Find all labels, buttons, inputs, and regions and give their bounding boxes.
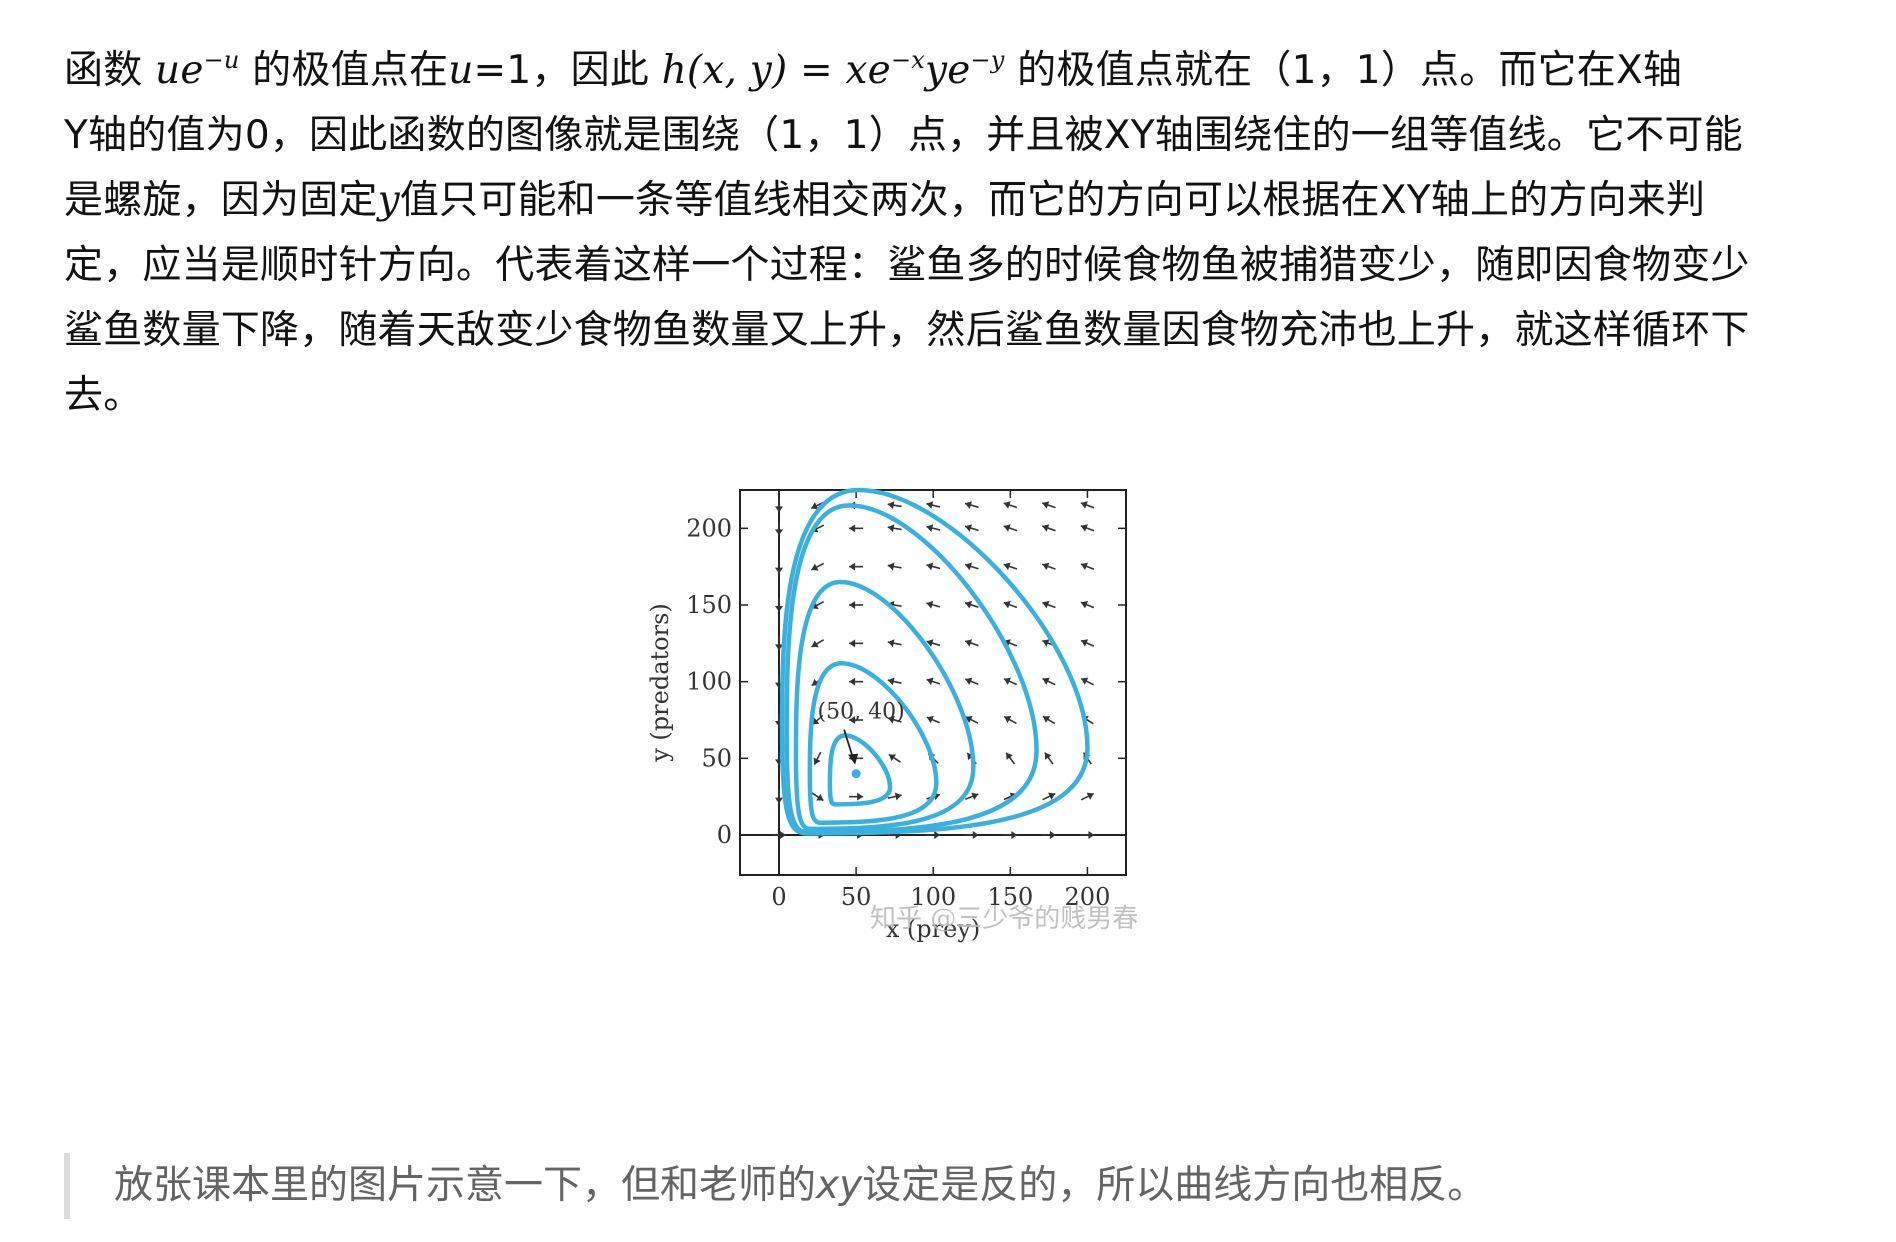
- paragraph-line: 定，应当是顺时针方向。代表着这样一个过程：鲨鱼多的时候食物鱼被捕猎变少，随即因食…: [64, 233, 1844, 298]
- vector-arrow-head: [849, 524, 856, 533]
- math-variable: y: [377, 178, 400, 223]
- paragraph-line: Y轴的值为0，因此函数的图像就是围绕（1，1）点，并且被XY轴围绕住的一组等值线…: [64, 103, 1844, 168]
- vector-arrow-head: [775, 529, 783, 536]
- quote-text-1: 放张课本里的图片示意一下，但和老师的: [114, 1163, 817, 1208]
- y-tick-label: 0: [717, 821, 732, 849]
- vector-arrow-head: [775, 797, 783, 804]
- text-run: 去。: [64, 373, 143, 418]
- y-axis-label: y (predators): [646, 603, 674, 763]
- text-run: 值只可能和一条等值线相交两次，而它的方向可以根据在XY轴上的方向来判: [399, 178, 1706, 223]
- text-run: 是螺旋，因为固定: [64, 178, 378, 223]
- vector-arrow-head: [849, 639, 856, 648]
- vector-arrow-head: [1088, 831, 1095, 839]
- vector-arrow-head: [887, 562, 895, 571]
- vector-arrow-head: [1011, 831, 1018, 839]
- text-run: 定，应当是顺时针方向。代表着这样一个过程：鲨鱼多的时候食物鱼被捕猎变少，随即因食…: [64, 243, 1750, 288]
- vector-arrow-head: [1006, 752, 1013, 760]
- math-base: ye: [924, 48, 971, 93]
- vector-arrow-head: [926, 562, 934, 571]
- paragraph-line: 去。: [64, 363, 1844, 428]
- vector-arrow-head: [926, 501, 934, 509]
- text-run: =1，因此: [473, 48, 662, 93]
- vector-arrow-head: [887, 524, 895, 533]
- math-superscript: −u: [203, 46, 240, 74]
- math-variable: u: [448, 48, 474, 93]
- text-run: 函数: [64, 48, 155, 93]
- paragraph-line: 是螺旋，因为固定y值只可能和一条等值线相交两次，而它的方向可以根据在XY轴上的方…: [64, 168, 1844, 233]
- x-tick-label: 50: [841, 883, 872, 911]
- phase-portrait-figure: 0 50 100 150 200 0 50 100 150 200 (50, 40) x (prey)…: [600, 480, 1240, 1104]
- y-tick-label: 150: [686, 591, 732, 619]
- explanation-paragraph: 函数 ue−u 的极值点在u=1，因此 h(x, y) = xe−xye−y 的…: [64, 28, 1844, 428]
- math-base: h(x, y) = xe: [661, 48, 891, 93]
- math-base: ue: [155, 48, 204, 93]
- vector-arrow-head: [926, 524, 934, 532]
- vector-arrow-head: [849, 562, 856, 571]
- vector-arrow-head: [894, 792, 902, 801]
- equilibrium-pointer-head: [848, 753, 859, 765]
- math-expression: h(x, y) = xe−x: [661, 46, 925, 93]
- vector-arrow-head: [775, 567, 783, 574]
- chart-content: 0 50 100 150 200050100150200(50, 40)x (prey)…: [646, 487, 1138, 943]
- y-tick-label: 200: [686, 514, 732, 542]
- text-run: 鲨鱼数量下降，随着天敌变少食物鱼数量又上升，然后鲨鱼数量因食物充沛也上升，就这样…: [64, 308, 1750, 353]
- orbit-curve: [827, 733, 893, 807]
- vector-arrow-head: [972, 831, 979, 839]
- math-expression: ye−y: [924, 46, 1005, 93]
- vector-arrow-head: [934, 831, 941, 839]
- equilibrium-point: [851, 769, 861, 779]
- vector-arrow-head: [849, 677, 856, 686]
- text-run: Y轴的值为0，因此函数的图像就是围绕（1，1）点，并且被XY轴围绕住的一组等值线…: [64, 113, 1743, 158]
- paragraph-line: 函数 ue−u 的极值点在u=1，因此 h(x, y) = xe−xye−y 的…: [64, 28, 1844, 103]
- math-expression: ue−u: [155, 46, 240, 93]
- x-tick-label: 0: [771, 883, 786, 911]
- vector-arrow-head: [887, 677, 895, 686]
- phase-portrait-chart: 0 50 100 150 200050100150200(50, 40)x (prey)…: [646, 487, 1138, 943]
- text-run: 的极值点在: [239, 48, 449, 93]
- text-run: 的极值点就在（1，1）点。而它在X轴: [1004, 48, 1683, 93]
- orbit-curve: [784, 503, 1039, 835]
- vector-arrow-head: [1049, 831, 1056, 839]
- vector-arrow-head: [780, 831, 786, 839]
- vector-arrow-head: [775, 506, 783, 513]
- quote-text-2: 设定是反的，所以曲线方向也相反。: [862, 1163, 1487, 1208]
- vector-arrow-head: [887, 639, 895, 648]
- quote-text-xy: xy: [816, 1163, 863, 1208]
- paragraph-line: 鲨鱼数量下降，随着天敌变少食物鱼数量又上升，然后鲨鱼数量因食物充沛也上升，就这样…: [64, 298, 1844, 363]
- y-tick-label: 50: [701, 744, 732, 772]
- math-superscript: −x: [890, 46, 925, 74]
- watermark: 知乎 @三少爷的贱男春: [870, 904, 1138, 934]
- math-superscript: −y: [970, 46, 1005, 74]
- y-tick-label: 100: [686, 668, 732, 696]
- vector-arrow-head: [857, 792, 864, 801]
- vector-arrow-head: [849, 601, 856, 609]
- blockquote: 放张课本里的图片示意一下，但和老师的xy设定是反的，所以曲线方向也相反。: [64, 1153, 1486, 1219]
- equilibrium-label: (50, 40): [818, 700, 905, 725]
- vector-arrow-head: [775, 606, 783, 612]
